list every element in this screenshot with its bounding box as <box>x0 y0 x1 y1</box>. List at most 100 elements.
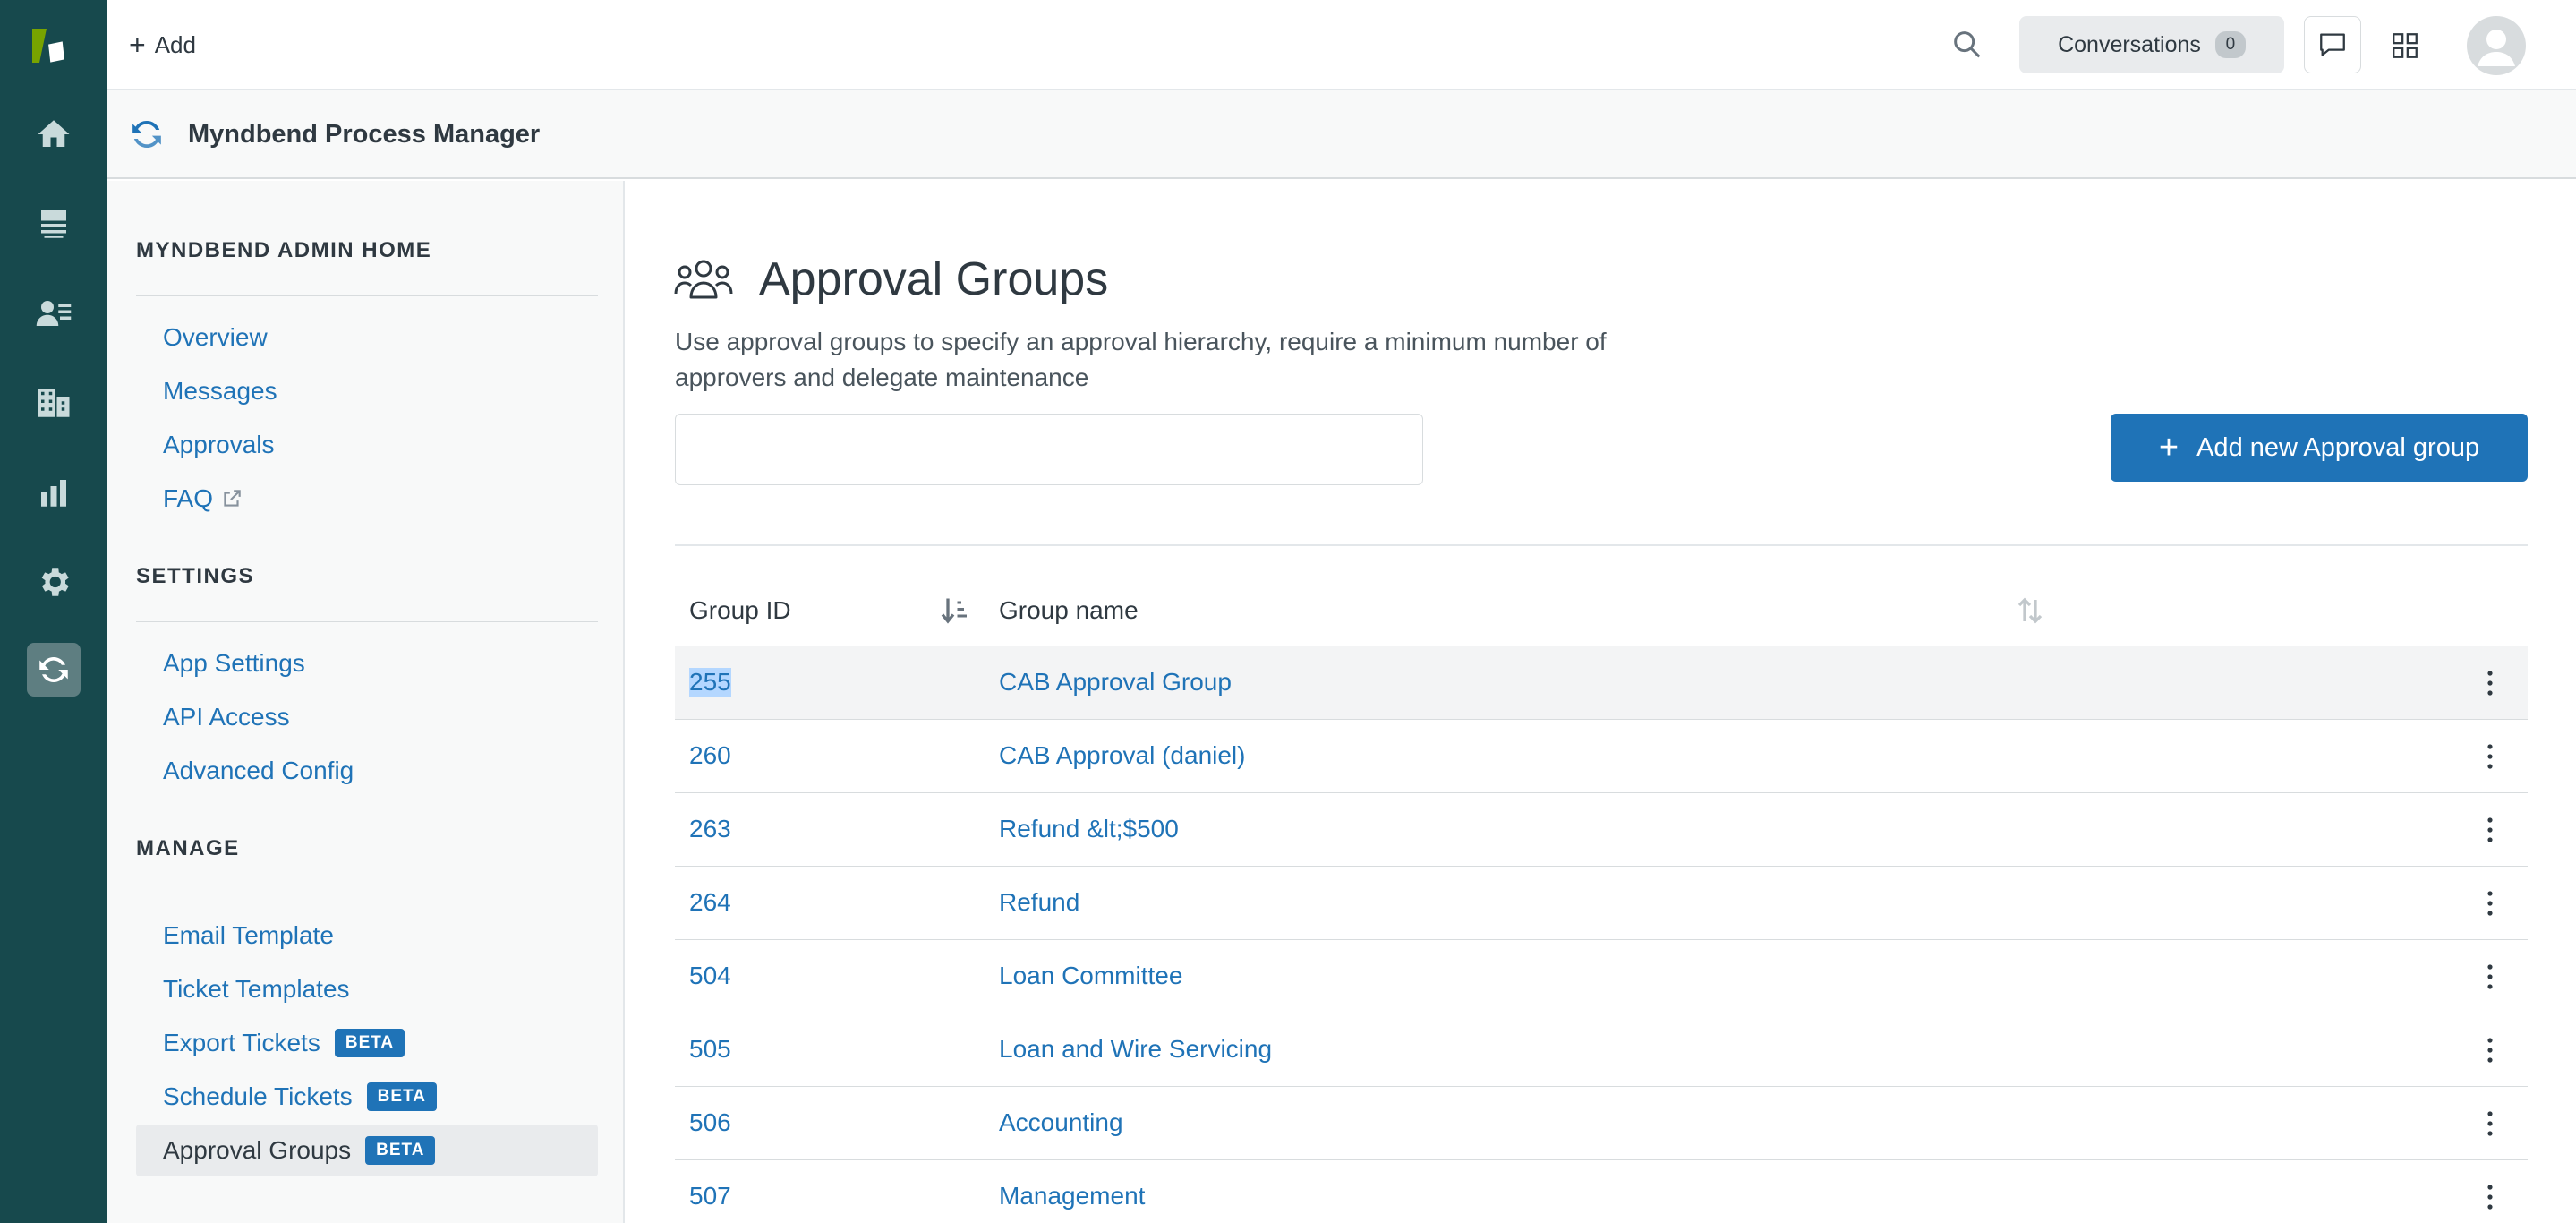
group-id-link[interactable]: 504 <box>689 962 731 990</box>
sidebar-item-label: Schedule Tickets <box>163 1082 353 1110</box>
sidebar-item-advanced-config[interactable]: Advanced Config <box>136 745 598 797</box>
apps-grid-icon[interactable] <box>2383 23 2427 68</box>
views-icon[interactable] <box>27 197 81 251</box>
sidebar-item-faq[interactable]: FAQ <box>136 473 598 525</box>
plus-icon: + <box>129 29 146 61</box>
sidebar-item-app-settings[interactable]: App Settings <box>136 637 598 689</box>
table-row[interactable]: 260 CAB Approval (daniel) <box>675 720 2528 793</box>
row-options-icon[interactable] <box>2474 813 2506 847</box>
sidebar-item-messages[interactable]: Messages <box>136 365 598 417</box>
sort-descending-icon[interactable] <box>940 594 972 627</box>
group-name-link[interactable]: Loan and Wire Servicing <box>999 1035 1272 1064</box>
beta-badge: BETA <box>334 1029 405 1057</box>
column-header-group-id[interactable]: Group ID <box>689 596 791 625</box>
group-id-link[interactable]: 260 <box>689 741 731 770</box>
table-row[interactable]: 504 Loan Committee <box>675 940 2528 1013</box>
sidebar-section-settings: SETTINGS <box>136 564 255 588</box>
admin-sidebar: MYNDBEND ADMIN HOME Overview Messages Ap… <box>107 181 625 1223</box>
app-title: Myndbend Process Manager <box>188 120 541 149</box>
reporting-icon[interactable] <box>27 466 81 519</box>
table-row[interactable]: 263 Refund &lt;$500 <box>675 793 2528 867</box>
sidebar-item-approvals[interactable]: Approvals <box>136 419 598 471</box>
search-input[interactable] <box>675 414 1423 485</box>
row-options-icon[interactable] <box>2474 1180 2506 1214</box>
home-icon[interactable] <box>27 107 81 161</box>
table-header: Group ID Group name <box>675 575 2528 646</box>
sort-both-icon[interactable] <box>2014 594 2046 627</box>
sidebar-item-ticket-templates[interactable]: Ticket Templates <box>136 963 598 1015</box>
plus-icon: + <box>2158 429 2179 466</box>
column-header-group-name[interactable]: Group name <box>999 596 1139 625</box>
sidebar-item-label: Ticket Templates <box>163 975 350 1003</box>
row-options-icon[interactable] <box>2474 666 2506 700</box>
group-id-link[interactable]: 507 <box>689 1182 731 1210</box>
add-approval-group-button[interactable]: + Add new Approval group <box>2111 414 2528 482</box>
page-description: Use approval groups to specify an approv… <box>675 328 1607 391</box>
sidebar-item-label: Overview <box>163 323 268 351</box>
myndbend-logo-icon <box>132 120 161 149</box>
sidebar-item-email-template[interactable]: Email Template <box>136 910 598 962</box>
sidebar-item-label: API Access <box>163 703 290 731</box>
sidebar-item-export-tickets[interactable]: Export Tickets BETA <box>136 1017 598 1069</box>
conversations-count-badge: 0 <box>2214 31 2246 58</box>
user-icon <box>2478 30 2515 66</box>
sidebar-section-home: MYNDBEND ADMIN HOME <box>136 238 432 262</box>
user-avatar[interactable] <box>2467 16 2526 75</box>
conversations-label: Conversations <box>2058 31 2201 57</box>
conversations-button[interactable]: Conversations 0 <box>2019 16 2284 73</box>
sidebar-divider <box>136 621 598 622</box>
process-manager-icon[interactable] <box>27 643 81 697</box>
row-options-icon[interactable] <box>2474 1033 2506 1067</box>
row-options-icon[interactable] <box>2474 1107 2506 1141</box>
group-name-link[interactable]: Loan Committee <box>999 962 1182 990</box>
table-row[interactable]: 255 CAB Approval Group <box>675 646 2528 720</box>
sidebar-item-overview[interactable]: Overview <box>136 312 598 363</box>
sidebar-item-api-access[interactable]: API Access <box>136 691 598 743</box>
approval-groups-table: Group ID Group name 255 CAB Approval Gro… <box>675 575 2528 1223</box>
customers-icon[interactable] <box>27 287 81 340</box>
add-button[interactable]: + Add <box>129 27 196 63</box>
group-name-link[interactable]: Refund <box>999 888 1079 917</box>
table-row[interactable]: 507 Management <box>675 1160 2528 1223</box>
sidebar-item-label: App Settings <box>163 649 305 677</box>
search-icon[interactable] <box>1949 27 1985 63</box>
group-id-link[interactable]: 263 <box>689 815 731 843</box>
row-options-icon[interactable] <box>2474 740 2506 774</box>
table-row[interactable]: 505 Loan and Wire Servicing <box>675 1013 2528 1087</box>
sidebar-section-manage: MANAGE <box>136 836 240 860</box>
group-name-link[interactable]: CAB Approval Group <box>999 668 1232 697</box>
sidebar-divider <box>136 295 598 296</box>
sidebar-item-label: FAQ <box>163 484 214 512</box>
chat-button[interactable] <box>2304 16 2361 73</box>
external-link-icon <box>224 490 241 507</box>
group-id-link[interactable]: 264 <box>689 888 731 917</box>
sidebar-item-label: Messages <box>163 377 277 405</box>
group-id-link[interactable]: 506 <box>689 1108 731 1137</box>
sidebar-item-label: Email Template <box>163 921 334 949</box>
row-options-icon[interactable] <box>2474 886 2506 920</box>
group-users-icon <box>674 260 733 299</box>
app-bar: Myndbend Process Manager <box>107 90 2576 179</box>
product-rail <box>0 0 107 1223</box>
sidebar-item-label: Advanced Config <box>163 757 354 784</box>
add-button-label: Add <box>154 30 196 58</box>
group-id-link[interactable]: 255 <box>689 668 731 697</box>
zendesk-logo[interactable] <box>27 21 81 66</box>
row-options-icon[interactable] <box>2474 960 2506 994</box>
sidebar-item-schedule-tickets[interactable]: Schedule Tickets BETA <box>136 1071 598 1123</box>
sidebar-item-label: Approval Groups <box>163 1136 352 1164</box>
beta-badge: BETA <box>365 1136 436 1165</box>
top-header: + Add Conversations 0 <box>107 0 2576 90</box>
sidebar-item-approval-groups[interactable]: Approval Groups BETA <box>136 1125 598 1176</box>
table-row[interactable]: 264 Refund <box>675 867 2528 940</box>
beta-badge: BETA <box>366 1082 437 1111</box>
admin-gear-icon[interactable] <box>27 555 81 609</box>
group-name-link[interactable]: Management <box>999 1182 1145 1210</box>
sidebar-item-label: Approvals <box>163 431 275 458</box>
group-name-link[interactable]: Refund &lt;$500 <box>999 815 1179 843</box>
group-name-link[interactable]: CAB Approval (daniel) <box>999 741 1245 770</box>
group-id-link[interactable]: 505 <box>689 1035 731 1064</box>
table-row[interactable]: 506 Accounting <box>675 1087 2528 1160</box>
group-name-link[interactable]: Accounting <box>999 1108 1123 1137</box>
organizations-icon[interactable] <box>27 376 81 430</box>
